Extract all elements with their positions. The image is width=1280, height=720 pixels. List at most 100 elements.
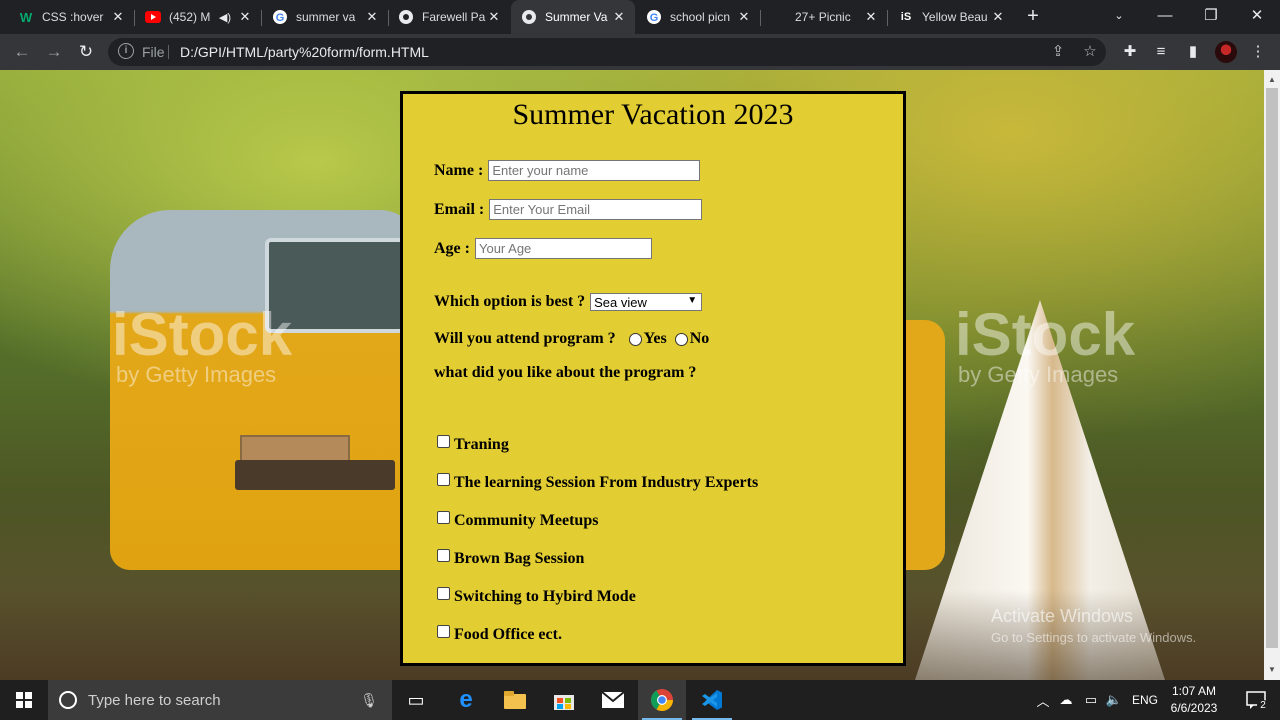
vscode-icon[interactable] [688, 680, 736, 720]
age-input[interactable] [474, 238, 652, 259]
close-icon[interactable]: ✕ [486, 9, 502, 25]
file-explorer-icon[interactable] [491, 680, 539, 720]
volume-icon[interactable]: 🔈 [1104, 680, 1124, 720]
option-row: Which option is best ? Sea view ▼ [434, 293, 703, 311]
svg-text:G: G [276, 12, 285, 24]
tab-summer-vacation-search[interactable]: G summer va ✕ [262, 0, 388, 34]
browser-toolbar: ← → ↻ i File D:/GPI/HTML/party%20form/fo… [0, 34, 1280, 70]
istock-watermark: iStock [955, 301, 1136, 368]
attend-yes-radio[interactable] [628, 332, 642, 346]
tab-farewell-party[interactable]: Farewell Pa ✕ [388, 0, 510, 34]
checkbox-row: The learning Session From Industry Exper… [434, 472, 758, 492]
attend-label: Will you attend program ? [434, 330, 616, 347]
edge-icon[interactable]: e [442, 680, 490, 720]
side-panel-icon[interactable]: ▮ [1183, 42, 1203, 62]
tab-picnic-ideas[interactable]: 27+ Picnic ✕ [761, 0, 887, 34]
close-icon[interactable]: ✕ [863, 9, 879, 25]
scroll-down-arrow[interactable]: ▼ [1264, 662, 1280, 678]
tab-yellow-beauty[interactable]: iS Yellow Beau ✕ [888, 0, 1014, 34]
bookmark-star-icon[interactable]: ☆ [1080, 42, 1100, 62]
forward-icon[interactable]: → [42, 40, 66, 64]
address-bar[interactable]: i File D:/GPI/HTML/party%20form/form.HTM… [108, 38, 1106, 66]
cloud-icon[interactable]: ☁ [1056, 680, 1076, 720]
checkbox-brown-bag[interactable] [437, 548, 450, 562]
email-input[interactable] [489, 199, 703, 220]
language-indicator[interactable]: ENG [1128, 680, 1162, 720]
start-button[interactable] [0, 680, 48, 720]
option-select[interactable]: Sea view ▼ [590, 293, 703, 311]
notifications-icon[interactable]: 2 [1236, 680, 1276, 720]
attend-no-label: No [689, 330, 710, 347]
restore-button[interactable]: ❐ [1188, 0, 1234, 34]
network-icon[interactable]: ▭ [1080, 680, 1102, 720]
system-clock[interactable]: 1:07 AM 6/6/2023 [1168, 683, 1220, 717]
svg-text:G: G [650, 12, 659, 24]
clock-time: 1:07 AM [1171, 684, 1217, 698]
attend-yes-label: Yes [643, 330, 667, 347]
taskbar-search[interactable]: Type here to search 🎙 [48, 680, 392, 720]
page-scrollbar[interactable]: ▲ ▼ [1264, 70, 1280, 680]
search-icon [59, 691, 77, 709]
email-label: Email : [434, 200, 485, 218]
store-icon[interactable] [540, 680, 588, 720]
notification-count: 2 [1257, 700, 1269, 711]
checkbox-row: Food Office ect. [434, 624, 562, 644]
tab-summer-vacation-active[interactable]: Summer Va ✕ [511, 0, 635, 34]
reload-icon[interactable]: ↻ [74, 40, 98, 64]
scrollbar-thumb[interactable] [1266, 88, 1278, 648]
profile-avatar[interactable] [1215, 41, 1237, 63]
mail-icon[interactable] [589, 680, 637, 720]
tab-css-hover[interactable]: W CSS :hover ✕ [8, 0, 134, 34]
new-tab-button[interactable]: + [1022, 5, 1044, 27]
checkbox-hybrid-mode[interactable] [437, 586, 450, 600]
checkbox-food-office[interactable] [437, 624, 450, 638]
name-input[interactable] [488, 160, 701, 181]
browser-tab-strip: W CSS :hover ✕ (452) M ◀) ✕ G summer va … [0, 0, 1280, 34]
checkbox-label: Food Office ect. [454, 626, 562, 643]
checkbox-label: Traning [454, 436, 509, 453]
checkbox-label: Switching to Hybird Mode [454, 588, 636, 605]
close-icon[interactable]: ✕ [611, 9, 627, 25]
attend-no-radio[interactable] [674, 332, 688, 346]
microphone-icon[interactable]: 🎙 [360, 692, 378, 709]
close-icon[interactable]: ✕ [736, 9, 752, 25]
back-icon[interactable]: ← [10, 40, 34, 64]
chrome-taskbar-icon[interactable] [638, 680, 686, 720]
media-control-icon[interactable]: ≡ [1151, 42, 1171, 62]
close-icon[interactable]: ✕ [990, 9, 1006, 25]
speaker-icon[interactable]: ◀) [219, 11, 231, 24]
name-row: Name : [434, 160, 701, 181]
tab-title: (452) M [169, 10, 211, 24]
checkbox-industry-experts[interactable] [437, 472, 450, 486]
show-hidden-icons-chevron-icon[interactable]: ︿ [1034, 680, 1052, 720]
minimize-button[interactable]: — [1142, 0, 1188, 34]
scheme-label: File [142, 44, 165, 60]
info-icon[interactable]: i [118, 43, 134, 59]
page-viewport: iStock by Getty Images iStock by Getty I… [0, 70, 1264, 680]
checkbox-label: Brown Bag Session [454, 550, 585, 567]
scroll-up-arrow[interactable]: ▲ [1264, 72, 1280, 88]
tab-search-button[interactable]: ⌄ [1096, 0, 1142, 34]
checkbox-community-meetups[interactable] [437, 510, 450, 524]
task-view-icon[interactable]: ▭ [392, 680, 440, 720]
close-icon[interactable]: ✕ [110, 9, 126, 25]
chrome-icon [521, 9, 537, 25]
extensions-icon[interactable]: ✚ [1120, 42, 1140, 62]
menu-dots-icon[interactable]: ⋮ [1248, 42, 1268, 62]
tab-school-picnic[interactable]: G school picn ✕ [636, 0, 760, 34]
tab-title: Summer Va [545, 10, 608, 24]
checkbox-row: Brown Bag Session [434, 548, 585, 568]
close-icon[interactable]: ✕ [237, 9, 253, 25]
share-icon[interactable]: ⇪ [1048, 42, 1068, 62]
close-icon[interactable]: ✕ [364, 9, 380, 25]
checkbox-row: Switching to Hybird Mode [434, 586, 636, 606]
blank-page-icon [771, 9, 787, 25]
url-text[interactable]: D:/GPI/HTML/party%20form/form.HTML [180, 44, 429, 60]
tab-youtube[interactable]: (452) M ◀) ✕ [135, 0, 261, 34]
checkbox-training[interactable] [437, 434, 450, 448]
tab-title: school picn [670, 10, 731, 24]
checkbox-row: Community Meetups [434, 510, 598, 530]
windows-logo-icon [16, 692, 32, 708]
activate-windows-subtitle: Go to Settings to activate Windows. [991, 630, 1197, 645]
window-close-button[interactable]: ✕ [1234, 0, 1280, 34]
